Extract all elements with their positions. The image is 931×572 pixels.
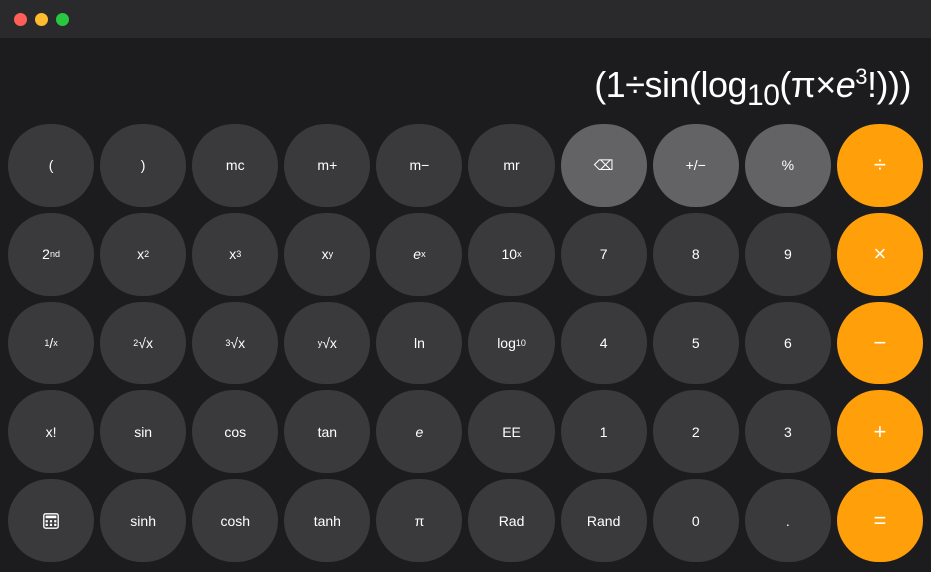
add-button[interactable]: + [837, 390, 923, 473]
display-text: (1÷sin(log10(π×e3!))) [594, 65, 911, 112]
tanh-button[interactable]: tanh [284, 479, 370, 562]
tan-button[interactable]: tan [284, 390, 370, 473]
yth-root-button[interactable]: y√x [284, 302, 370, 385]
factorial-button[interactable]: x! [8, 390, 94, 473]
display: (1÷sin(log10(π×e3!))) [0, 38, 931, 118]
decimal-button[interactable]: . [745, 479, 831, 562]
title-bar [0, 0, 931, 38]
open-paren-button[interactable]: ( [8, 124, 94, 207]
e-to-x-button[interactable]: ex [376, 213, 462, 296]
x-to-y-button[interactable]: xy [284, 213, 370, 296]
zero-button[interactable]: 0 [653, 479, 739, 562]
plus-minus-button[interactable]: +/− [653, 124, 739, 207]
reciprocal-button[interactable]: 1/x [8, 302, 94, 385]
x-cubed-button[interactable]: x3 [192, 213, 278, 296]
x-squared-button[interactable]: x2 [100, 213, 186, 296]
cbrt-button[interactable]: 3√x [192, 302, 278, 385]
multiply-button[interactable]: × [837, 213, 923, 296]
m-plus-button[interactable]: m+ [284, 124, 370, 207]
three-button[interactable]: 3 [745, 390, 831, 473]
sinh-button[interactable]: sinh [100, 479, 186, 562]
two-button[interactable]: 2 [653, 390, 739, 473]
sin-button[interactable]: sin [100, 390, 186, 473]
rad-button[interactable]: Rad [468, 479, 554, 562]
cos-button[interactable]: cos [192, 390, 278, 473]
close-paren-button[interactable]: ) [100, 124, 186, 207]
subtract-button[interactable]: − [837, 302, 923, 385]
five-button[interactable]: 5 [653, 302, 739, 385]
m-minus-button[interactable]: m− [376, 124, 462, 207]
pi-button[interactable]: π [376, 479, 462, 562]
close-button[interactable] [14, 13, 27, 26]
minimize-button[interactable] [35, 13, 48, 26]
mc-button[interactable]: mc [192, 124, 278, 207]
buttons-grid: ( ) mc m+ m− mr ⌫ +/− % ÷ 2nd x2 x3 xy e… [0, 118, 931, 572]
ln-button[interactable]: ln [376, 302, 462, 385]
percent-button[interactable]: % [745, 124, 831, 207]
one-button[interactable]: 1 [561, 390, 647, 473]
maximize-button[interactable] [56, 13, 69, 26]
four-button[interactable]: 4 [561, 302, 647, 385]
eight-button[interactable]: 8 [653, 213, 739, 296]
rand-button[interactable]: Rand [561, 479, 647, 562]
divide-button[interactable]: ÷ [837, 124, 923, 207]
mr-button[interactable]: mr [468, 124, 554, 207]
calculator-icon [42, 512, 60, 530]
euler-button[interactable]: e [376, 390, 462, 473]
backspace-button[interactable]: ⌫ [561, 124, 647, 207]
second-button[interactable]: 2nd [8, 213, 94, 296]
ee-button[interactable]: EE [468, 390, 554, 473]
calculator-mode-button[interactable] [8, 479, 94, 562]
log10-button[interactable]: log10 [468, 302, 554, 385]
seven-button[interactable]: 7 [561, 213, 647, 296]
cosh-button[interactable]: cosh [192, 479, 278, 562]
nine-button[interactable]: 9 [745, 213, 831, 296]
six-button[interactable]: 6 [745, 302, 831, 385]
equals-button[interactable]: = [837, 479, 923, 562]
ten-to-x-button[interactable]: 10x [468, 213, 554, 296]
sqrt-button[interactable]: 2√x [100, 302, 186, 385]
